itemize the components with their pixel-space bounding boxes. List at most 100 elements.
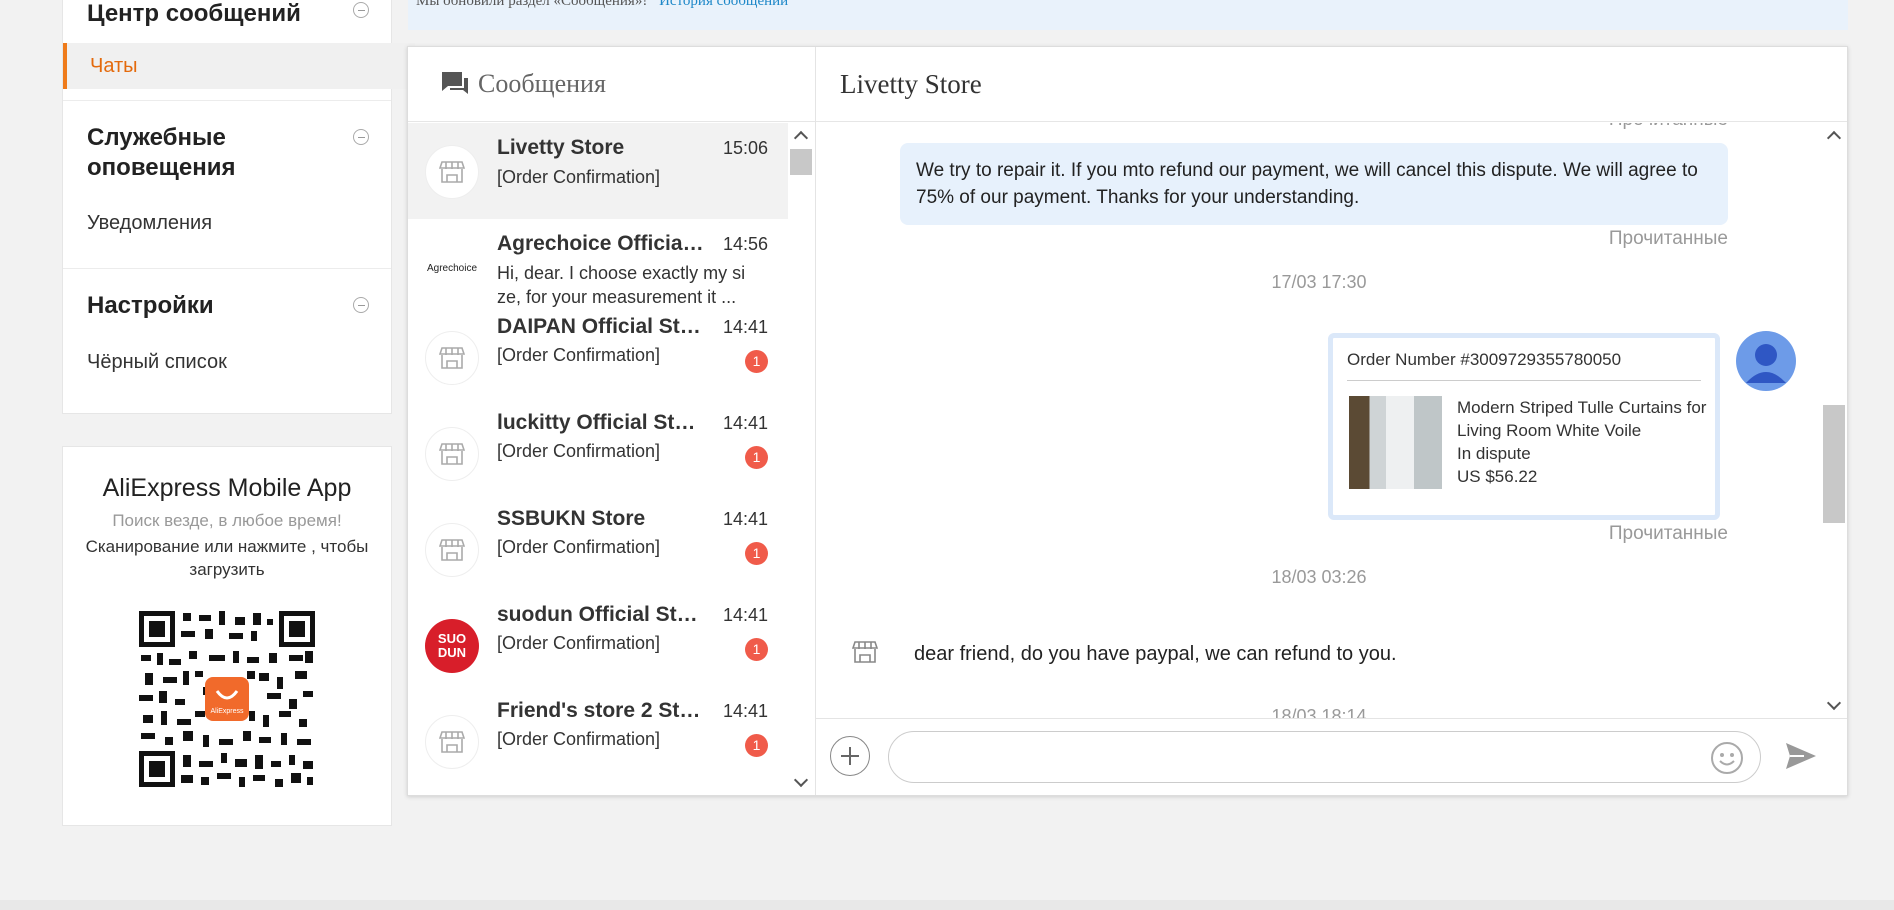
conversation-name: Friend's store 2 Store [497,699,707,722]
order-card[interactable]: Order Number #3009729355780050 Modern St… [1328,333,1720,520]
store-avatar [425,331,479,385]
app-promo-title: AliExpress Mobile App [102,474,352,502]
store-avatar: Agrechoice [425,241,479,295]
conversation-item[interactable]: Agrechoice Agrechoice Official Store 14:… [408,219,788,315]
sidebar-item-chats[interactable]: Чаты [63,43,415,89]
settings-title: Настройки [87,292,214,319]
collapse-icon[interactable] [353,297,369,313]
user-icon [1746,344,1786,383]
conversation-list: Livetty Store 15:06 [Order Confirmation]… [408,123,788,795]
message-input[interactable] [888,731,1761,783]
conversation-preview: [Order Confirmation] [497,633,661,653]
emoji-icon[interactable] [1710,741,1744,780]
scroll-down-icon[interactable] [793,772,809,788]
agrechoice-logo: Agrechoice [426,262,478,274]
attach-plus-button[interactable] [830,736,870,776]
read-status: Прочитанные [1608,523,1728,544]
conversation-time: 14:41 [722,317,768,337]
store-avatar [851,639,879,670]
conversation-preview: [Order Confirmation] [497,441,661,461]
conversation-name: DAIPAN Official Store [497,315,707,338]
order-price: US $56.22 [1457,467,1538,486]
unread-badge: 1 [745,542,768,565]
service-notifications-section: Служебные оповещения Уведомления [63,101,391,269]
notice-bar: Мы обновили раздел «Сообщения»! История … [408,0,1848,30]
timestamp: 18/03 03:26 [1271,567,1367,587]
store-icon [439,161,465,183]
conversation-preview: [Order Confirmation] [497,167,661,187]
conversation-name: Livetty Store [497,136,625,159]
suodun-avatar: SUO DUN [425,619,479,673]
store-icon [851,641,879,663]
order-number: Order Number #3009729355780050 [1347,350,1701,381]
read-status: Прочитанные [1609,123,1728,131]
conversation-preview: [Order Confirmation] [497,345,661,365]
qr-code-image: AliExpress [139,611,315,787]
product-image [1349,396,1442,489]
timestamp: 17/03 17:30 [1271,272,1367,292]
order-status: In dispute [1457,444,1531,463]
conversation-item[interactable]: SUO DUN suodun Official Store 14:41 [Ord… [408,603,788,699]
sidebar-item-blacklist[interactable]: Чёрный список [87,351,227,374]
read-status: Прочитанные [1608,228,1728,249]
store-icon [439,347,465,369]
conversation-item[interactable]: Livetty Store 15:06 [Order Confirmation] [408,123,788,219]
conversation-scrollbar[interactable] [788,123,815,795]
sidebar-item-notifications[interactable]: Уведомления [87,212,212,235]
user-avatar [1736,331,1796,391]
unread-badge: 1 [745,446,768,469]
conversation-time: 14:56 [722,234,768,254]
conversation-preview: [Order Confirmation] [497,729,661,749]
conversation-name: suodun Official Store [497,603,707,626]
chat-bubbles-icon [442,72,468,94]
qr-code[interactable]: AliExpress [139,611,315,787]
suodun-logo: SUO DUN [437,631,467,660]
conversation-time: 14:41 [722,509,768,529]
scroll-thumb[interactable] [790,149,812,175]
store-avatar [425,715,479,769]
conversation-item[interactable]: Friend's store 2 Store 14:41 [Order Conf… [408,699,788,795]
store-icon [439,443,465,465]
conversation-pane: Сообщения Livetty Store 15:06 [Order Con… [408,47,816,795]
conversation-item[interactable]: SSBUKN Store 14:41 [Order Confirmation] … [408,507,788,603]
store-avatar [425,523,479,577]
conversation-time: 14:41 [722,701,768,721]
conversation-name: luckitty Official Store [497,411,707,434]
conversation-list-header: Сообщения [408,47,815,122]
conversation-preview: [Order Confirmation] [497,537,661,557]
store-icon [439,539,465,561]
send-icon[interactable] [1784,741,1818,776]
page-footer-strip [0,900,1894,910]
scroll-up-icon[interactable] [1826,130,1842,146]
app-promo-subtitle: Поиск везде, в любое время! [112,511,342,530]
conversation-time: 15:06 [722,138,768,158]
app-promo: AliExpress Mobile App Поиск везде, в люб… [62,446,392,826]
store-avatar [425,145,479,199]
messages-header-title: Сообщения [478,69,606,98]
product-details: Modern Striped Tulle Curtains for Living… [1457,396,1707,488]
collapse-icon[interactable] [353,2,369,18]
unread-badge: 1 [745,734,768,757]
history-link[interactable]: История сообщений [659,0,788,9]
scroll-thumb[interactable] [1823,405,1845,523]
messenger-window: Сообщения Livetty Store 15:06 [Order Con… [407,46,1848,796]
conversation-name: SSBUKN Store [497,507,646,530]
collapse-icon[interactable] [353,129,369,145]
chat-pane: Livetty Store Прочитанные We try to repa… [816,47,1847,795]
chat-scrollbar[interactable] [1822,123,1847,718]
incoming-message: dear friend, do you have paypal, we can … [914,643,1397,665]
scroll-up-icon[interactable] [793,130,809,146]
message-center-section: Центр сообщений Чаты [63,0,415,101]
app-promo-text: Сканирование или нажмите , чтобы загрузи… [85,537,369,579]
store-avatar [425,427,479,481]
timestamp: 18/03 18:14 [1271,706,1367,718]
store-icon [439,731,465,753]
scroll-down-icon[interactable] [1826,695,1842,711]
service-notifications-title: Служебные оповещения [87,124,236,181]
notice-text: Мы обновили раздел «Сообщения»! [416,0,648,9]
product-title: Modern Striped Tulle Curtains for Living… [1457,398,1707,440]
conversation-item[interactable]: luckitty Official Store 14:41 [Order Con… [408,411,788,507]
conversation-item[interactable]: DAIPAN Official Store 14:41 [Order Confi… [408,315,788,411]
qr-badge-label: AliExpress [210,708,244,715]
chat-history: Прочитанные We try to repair it. If you … [816,123,1822,718]
